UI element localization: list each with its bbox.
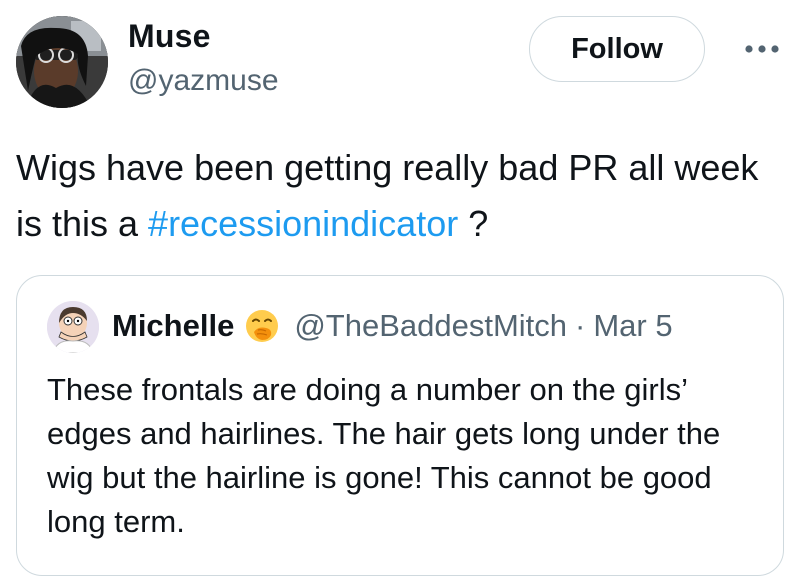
quoted-tweet-date[interactable]: Mar 5	[593, 308, 672, 344]
more-options-button[interactable]	[742, 34, 782, 64]
ellipsis-icon	[745, 45, 779, 53]
author-display-name[interactable]: Muse	[128, 18, 211, 55]
hashtag-link[interactable]: #recessionindicator	[148, 203, 458, 244]
quoted-tweet-card[interactable]: Michelle @TheBaddestMitch · Mar 5 These …	[16, 275, 784, 576]
quoted-tweet-header: Michelle @TheBaddestMitch · Mar 5	[112, 308, 673, 344]
profile-photo-icon	[16, 16, 108, 108]
hand-over-mouth-emoji-icon	[244, 308, 280, 344]
quoted-tweet-text: These frontals are doing a number on the…	[47, 372, 721, 539]
quoted-author-name[interactable]: Michelle	[112, 308, 234, 344]
quoted-author-handle[interactable]: @TheBaddestMitch	[294, 308, 567, 344]
tweet-text-suffix: ?	[458, 203, 489, 244]
tweet-text: Wigs have been getting really bad PR all…	[16, 140, 776, 252]
author-avatar[interactable]	[16, 16, 108, 108]
quoted-author-avatar[interactable]	[47, 301, 99, 353]
author-handle[interactable]: @yazmuse	[128, 64, 279, 98]
cartoon-avatar-icon	[47, 301, 99, 353]
separator-dot: ·	[575, 308, 586, 343]
follow-button[interactable]: Follow	[529, 16, 705, 82]
